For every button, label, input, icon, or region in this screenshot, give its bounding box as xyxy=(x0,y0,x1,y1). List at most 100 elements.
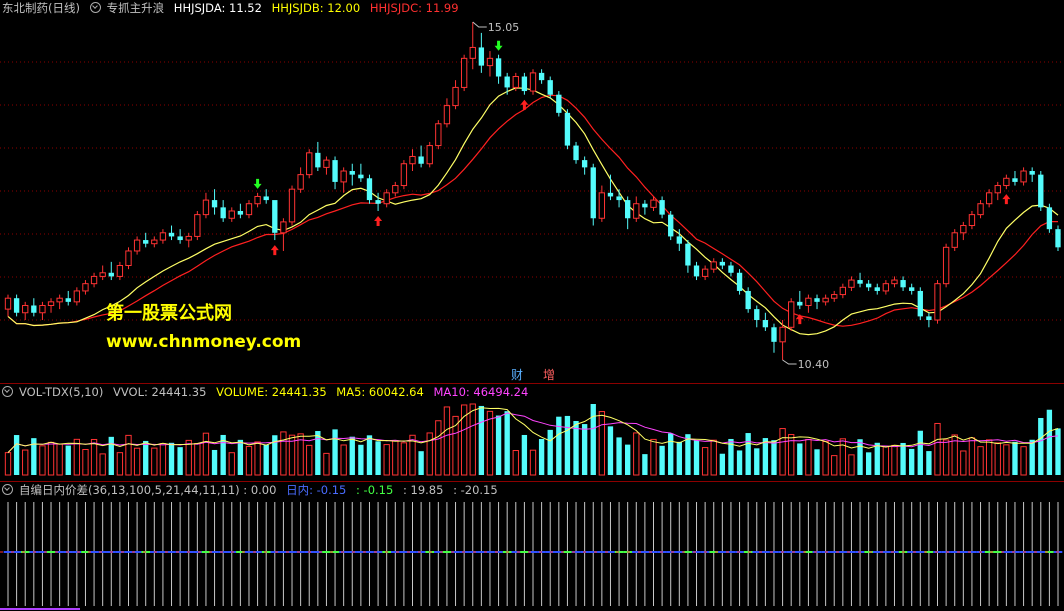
volume-bar xyxy=(771,440,777,475)
candle-body xyxy=(814,298,820,302)
badge-cai[interactable]: 财 xyxy=(511,369,523,381)
candle-body xyxy=(839,286,847,296)
volume-bar xyxy=(942,439,950,476)
price-low-leader xyxy=(782,359,797,365)
price-high-leader xyxy=(472,21,487,28)
volume-bar xyxy=(151,447,158,476)
candle-body xyxy=(452,86,459,107)
volume-bar xyxy=(245,445,253,476)
candle-body xyxy=(228,210,235,219)
candle-body xyxy=(960,225,967,234)
volume-bar xyxy=(822,440,829,476)
volume-bar xyxy=(125,434,132,476)
volume-bar xyxy=(676,441,682,475)
red-up-arrow-icon xyxy=(270,245,279,256)
volume-bar xyxy=(874,442,880,475)
volume-bar xyxy=(116,452,124,476)
candle-body xyxy=(779,326,786,343)
volume-chart[interactable] xyxy=(0,384,1064,481)
volume-bar xyxy=(349,436,355,475)
volume-bar xyxy=(237,439,244,475)
candle-body xyxy=(1012,178,1018,182)
candle-body xyxy=(151,239,158,245)
volume-bar xyxy=(968,437,976,476)
candle-body xyxy=(1029,171,1035,175)
candle-body xyxy=(263,196,269,201)
volume-bar xyxy=(529,449,537,476)
volume-bar xyxy=(900,442,906,475)
candle-body xyxy=(22,304,29,314)
candle-body xyxy=(556,94,562,113)
candle-body xyxy=(245,203,253,216)
candle-body xyxy=(82,283,89,292)
volume-bar xyxy=(495,415,502,475)
candle-body xyxy=(280,221,287,234)
candle-body xyxy=(882,283,890,292)
volume-bar xyxy=(323,452,330,476)
candle-body xyxy=(805,297,812,306)
candle-body xyxy=(977,203,984,216)
candle-body xyxy=(512,76,519,88)
volume-bar xyxy=(443,406,451,476)
volume-bar xyxy=(538,439,545,475)
volume-bar xyxy=(736,450,743,475)
volume-bar xyxy=(917,430,923,475)
candle-body xyxy=(848,279,855,288)
candle-body xyxy=(719,261,726,266)
volume-bar xyxy=(848,454,855,476)
volume-bar xyxy=(1012,441,1018,475)
volume-bar xyxy=(202,432,210,476)
candle-body xyxy=(159,232,167,241)
green-down-arrow-icon xyxy=(253,178,262,189)
candle-body xyxy=(90,275,98,285)
volume-bar xyxy=(358,444,364,475)
volume-bar xyxy=(366,435,373,475)
volume-bar xyxy=(504,411,510,475)
candle-body xyxy=(400,163,408,187)
candle-body xyxy=(323,159,330,168)
indicator-pane[interactable]: 自编日内价差(36,13,100,5,21,44,11,11) : 0.00 日… xyxy=(0,482,1064,611)
volume-bar xyxy=(779,428,786,476)
volume-bar xyxy=(926,451,932,475)
candle-body xyxy=(985,192,993,205)
candle-body xyxy=(676,236,682,244)
candle-body xyxy=(495,58,502,77)
red-up-arrow-icon xyxy=(520,99,529,110)
volume-bar xyxy=(547,429,553,475)
volume-bar xyxy=(108,436,114,475)
candle-body xyxy=(272,200,278,233)
volume-bar xyxy=(754,448,760,475)
volume-bar xyxy=(211,449,218,475)
candle-body xyxy=(1020,170,1027,183)
price-pane[interactable]: 东北制药(日线) 专抓主升浪 HHJSJDA: 11.52 HHJSJDB: 1… xyxy=(0,0,1064,384)
candle-body xyxy=(99,272,106,277)
volume-bar xyxy=(280,431,287,476)
candle-body xyxy=(332,160,338,182)
candle-body xyxy=(616,196,622,201)
indicator-chart[interactable] xyxy=(0,482,1064,611)
volume-bar xyxy=(556,416,562,475)
volume-bar xyxy=(710,439,717,476)
candle-body xyxy=(521,76,528,92)
volume-bar xyxy=(891,444,898,476)
volume-bar xyxy=(22,449,29,476)
candle-body xyxy=(642,203,648,208)
volume-bar xyxy=(375,441,381,475)
red-up-arrow-icon xyxy=(374,215,383,226)
volume-bar xyxy=(133,447,141,476)
volume-bar xyxy=(994,442,1001,476)
volume-bar xyxy=(1029,439,1035,475)
price-chart[interactable]: 15.05 10.40 xyxy=(0,0,1064,384)
volume-pane[interactable]: VOL-TDX(5,10) VVOL: 24441.35 VOLUME: 244… xyxy=(0,384,1064,481)
candle-body xyxy=(865,283,872,288)
volume-bar xyxy=(668,433,674,475)
candle-body xyxy=(900,280,906,288)
volume-bar xyxy=(90,438,98,476)
badge-zeng[interactable]: 增 xyxy=(543,369,555,381)
watermark-url: www.chnmoney.com xyxy=(106,332,302,352)
volume-bar xyxy=(194,442,201,476)
volume-bar xyxy=(4,452,12,476)
volume-bar xyxy=(177,447,183,475)
candle-body xyxy=(47,301,55,306)
volume-bar xyxy=(1055,428,1061,475)
